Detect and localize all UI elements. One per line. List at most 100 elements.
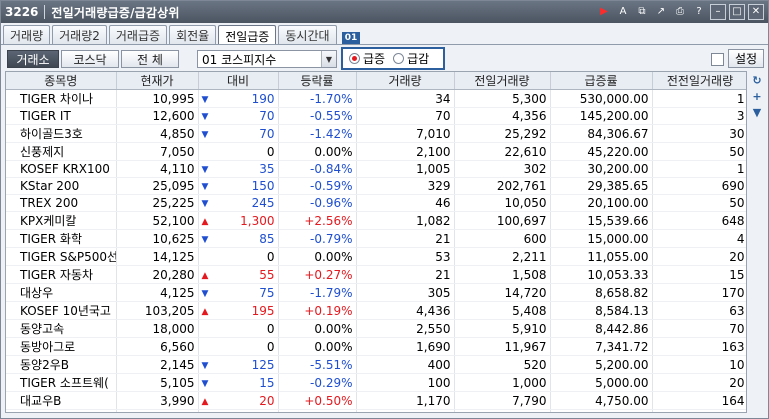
table-row[interactable]: TIGER IT 12,600 ▼ 70 -0.55% 70 4,356 145,200.00…	[6, 107, 746, 125]
cell-name[interactable]: KOSEF 10년국고	[6, 301, 117, 320]
cell-name[interactable]: TIGER 차이나	[6, 89, 117, 108]
tab-prev-day-surge[interactable]: 전일급증	[218, 25, 277, 46]
table-row[interactable]: 동방아그로 6,560 0 0.00% 1,690 11,967 7,341.72 163	[6, 337, 746, 356]
cell-volume: 100	[356, 373, 455, 392]
radio-surge-dot[interactable]	[349, 53, 360, 64]
chevron-down-icon[interactable]: ▼	[321, 51, 336, 67]
refresh-icon[interactable]: ↻	[750, 73, 764, 87]
table-row[interactable]: 동양2우B 2,145 ▼ 125 -5.51% 400 520 5,200.00 10	[6, 355, 746, 374]
cell-change-value: 75	[259, 285, 275, 300]
radio-drop[interactable]: 급감	[393, 50, 429, 67]
cell-name[interactable]: KOSEF KRX100	[6, 160, 117, 178]
cell-prev-volume: 5,910	[454, 319, 551, 338]
cell-change-value: 20	[259, 393, 275, 408]
cell-surge-rate: 7,341.72	[550, 337, 653, 356]
cell-change: ▲ 20	[198, 391, 279, 410]
side-controls: ↻ + ▼	[749, 73, 765, 413]
capture-icon[interactable]: ⧉	[634, 4, 650, 20]
tab-volume2[interactable]: 거래량2	[52, 25, 107, 45]
header-surge-rate[interactable]: 급증률	[550, 72, 653, 90]
cell-name[interactable]: 하이골드3호	[6, 124, 117, 143]
header-name[interactable]: 종목명	[6, 72, 117, 90]
cell-price: 6,560	[116, 337, 199, 356]
cell-prev2-volume: 15	[652, 265, 746, 284]
cell-name[interactable]: 신풍제지	[6, 142, 117, 161]
maximize-icon[interactable]: □	[729, 4, 745, 20]
table-row[interactable]: 대상우 4,125 ▼ 75 -1.79% 305 14,720 8,658.82 170	[6, 283, 746, 302]
cell-name[interactable]: 동양2우B	[6, 355, 117, 374]
cell-prev-volume: 1,508	[454, 265, 551, 284]
market-all-button[interactable]: 전 체	[121, 50, 179, 68]
table-row[interactable]: 신풍제지 7,050 0 0.00% 2,100 22,610 45,220.00 50	[6, 142, 746, 161]
cell-name[interactable]: 대상우	[6, 283, 117, 302]
cell-name[interactable]: TIGER S&P500선	[6, 247, 117, 266]
cell-prev-volume: 11,967	[454, 337, 551, 356]
cell-name[interactable]: TIGER 자동차	[6, 265, 117, 284]
cell-change: ▼ 245	[198, 194, 279, 212]
table-row[interactable]: TIGER 자동차 20,280 ▲ 55 +0.27% 21 1,508 10,053.33…	[6, 265, 746, 284]
table-row[interactable]: TIGER 소프트웨(5,105 ▼ 15 -0.29% 100 1,000 5,000.0…	[6, 373, 746, 392]
tab-bar: 거래량 거래량2 거래급증 회전율 전일급증 동시간대	[3, 25, 339, 46]
table-row[interactable]: KStar 200 25,095 ▼ 150 -0.59% 329 202,761 29,38…	[6, 177, 746, 195]
table-row[interactable]: 대교우B 3,990 ▲ 20 +0.50% 1,170 7,790 4,750.00 164	[6, 391, 746, 410]
cell-change-value: 195	[251, 303, 275, 318]
close-icon[interactable]: ✕	[748, 4, 764, 20]
cell-name[interactable]: TIGER IT	[6, 107, 117, 125]
radio-surge[interactable]: 급증	[349, 50, 385, 67]
cell-change-value: 0	[266, 249, 275, 264]
table-row[interactable]: KPX케미칼 52,100 ▲ 1,300 +2.56% 1,082 100,697 15,5…	[6, 211, 746, 230]
table-row[interactable]: KOSEF KRX100 4,110 ▼ 35 -0.84% 1,005 302 30,200…	[6, 160, 746, 178]
option-checkbox[interactable]	[711, 53, 724, 66]
print-icon[interactable]: ⎙	[672, 4, 688, 20]
table-row[interactable]: TREX 200 25,225 ▼ 245 -0.96% 46 10,050 20,100.0…	[6, 194, 746, 212]
cell-name[interactable]: TIGER 그린	[6, 409, 117, 412]
table-row[interactable]: 하이골드3호 4,850 ▼ 70 -1.42% 7,010 25,292 84,306.67…	[6, 124, 746, 143]
cell-rate: -5.51%	[278, 355, 357, 374]
header-volume[interactable]: 거래량	[356, 72, 455, 90]
font-icon[interactable]: A	[615, 4, 631, 20]
tab-volume[interactable]: 거래량	[3, 25, 51, 45]
table-row[interactable]: KOSEF 10년국고 103,205 ▲ 195 +0.19% 4,436 5,408 8,…	[6, 301, 746, 320]
settings-button[interactable]: 설정	[728, 49, 764, 68]
header-price[interactable]: 현재가	[116, 72, 199, 90]
cell-name[interactable]: KStar 200	[6, 177, 117, 195]
index-select[interactable]: 01 코스피지수 ▼	[197, 50, 337, 68]
title-separator	[44, 5, 46, 19]
scroll-down-icon[interactable]: ▼	[750, 105, 764, 119]
header-rate[interactable]: 등락률	[278, 72, 357, 90]
cell-name[interactable]: TIGER 화학	[6, 229, 117, 248]
play-icon[interactable]: ▶	[596, 4, 612, 20]
cell-prev-volume: 600	[454, 229, 551, 248]
link-icon[interactable]: ↗	[653, 4, 669, 20]
market-kosdaq-button[interactable]: 코스닥	[61, 50, 119, 68]
radio-drop-dot[interactable]	[393, 53, 405, 64]
down-triangle-icon: ▼	[201, 288, 209, 299]
cell-surge-rate: 20,100.00	[550, 194, 653, 212]
help-icon[interactable]: ?	[691, 4, 707, 20]
header-prev2-volume[interactable]: 전전일거래량	[652, 72, 746, 90]
cell-prev-volume: 100,697	[454, 211, 551, 230]
cell-change-value: 1,300	[240, 213, 275, 228]
tab-turnover[interactable]: 회전율	[169, 25, 217, 45]
header-change[interactable]: 대비	[198, 72, 279, 90]
add-icon[interactable]: +	[750, 89, 764, 103]
cell-price: 2,145	[116, 355, 199, 374]
table-row[interactable]: TIGER 화학 10,625 ▼ 85 -0.79% 21 600 15,000.00 4	[6, 229, 746, 248]
cell-name[interactable]: 동양고속	[6, 319, 117, 338]
tab-same-time[interactable]: 동시간대	[278, 25, 337, 45]
cell-surge-rate: 145,200.00	[550, 107, 653, 125]
header-prev-volume[interactable]: 전일거래량	[454, 72, 551, 90]
cell-change: 0	[198, 319, 279, 338]
cell-name[interactable]: TIGER 소프트웨(	[6, 373, 117, 392]
table-row[interactable]: 동양고속 18,000 0 0.00% 2,550 5,910 8,442.86 70	[6, 319, 746, 338]
minimize-icon[interactable]: –	[710, 4, 726, 20]
cell-name[interactable]: 동방아그로	[6, 337, 117, 356]
tab-volume-surge[interactable]: 거래급증	[108, 25, 168, 45]
cell-name[interactable]: TREX 200	[6, 194, 117, 212]
table-row[interactable]: TIGER S&P500선 14,125 0 0.00% 53 2,211 11,055.0…	[6, 247, 746, 266]
cell-name[interactable]: KPX케미칼	[6, 211, 117, 230]
table-row[interactable]: TIGER 그린7,535▼45-0.59%116,0454,287.23141	[6, 409, 746, 412]
cell-name[interactable]: 대교우B	[6, 391, 117, 410]
table-row[interactable]: TIGER 차이나 10,995 ▼ 190 -1.70% 34 5,300 530,000.…	[6, 89, 746, 108]
market-kospi-button[interactable]: 거래소	[7, 50, 59, 68]
